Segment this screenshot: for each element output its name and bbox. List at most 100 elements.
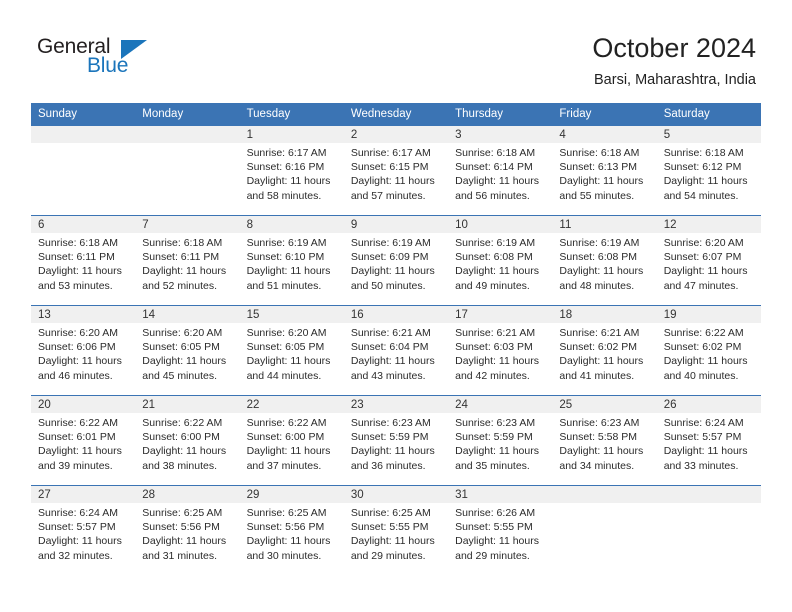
calendar-day-cell-empty <box>552 486 657 575</box>
day-number: 15 <box>239 306 344 323</box>
calendar-day-cell[interactable]: 13 Sunrise: 6:20 AM Sunset: 6:06 PM Dayligh… <box>31 306 136 395</box>
calendar-day-cell[interactable]: 31 Sunrise: 6:26 AM Sunset: 5:55 PM Dayligh… <box>448 486 553 575</box>
calendar-day-cell[interactable]: 20 Sunrise: 6:22 AM Sunset: 6:01 PM Dayligh… <box>31 396 136 485</box>
daylight-text-line2: and 47 minutes. <box>663 279 739 292</box>
sunset-text: Sunset: 5:59 PM <box>350 431 429 444</box>
calendar-day-cell[interactable]: 22 Sunrise: 6:22 AM Sunset: 6:00 PM Dayligh… <box>239 396 344 485</box>
sunset-text: Sunset: 5:55 PM <box>350 521 429 534</box>
day-number: 7 <box>135 216 240 233</box>
calendar-day-cell[interactable]: 23 Sunrise: 6:23 AM Sunset: 5:59 PM Dayligh… <box>343 396 449 485</box>
day-number: 22 <box>239 396 344 413</box>
daylight-text-line2: and 37 minutes. <box>246 459 322 472</box>
daylight-text-line1: Daylight: 11 hours <box>350 265 435 278</box>
sunset-text: Sunset: 6:03 PM <box>455 341 533 354</box>
day-number: 5 <box>656 126 761 143</box>
day-number: 25 <box>552 396 657 413</box>
daylight-text-line2: and 53 minutes. <box>38 279 113 292</box>
daylight-text-line2: and 41 minutes. <box>559 369 635 382</box>
day-details: Sunrise: 6:19 AM Sunset: 6:10 PM Daylight:… <box>240 233 344 293</box>
sunrise-text: Sunrise: 6:18 AM <box>559 147 640 159</box>
daylight-text-line1: Daylight: 11 hours <box>559 445 644 458</box>
calendar-day-cell[interactable]: 12 Sunrise: 6:20 AM Sunset: 6:07 PM Dayligh… <box>656 216 761 305</box>
calendar-day-cell[interactable]: 14 Sunrise: 6:20 AM Sunset: 6:05 PM Dayligh… <box>135 306 240 395</box>
sunrise-text: Sunrise: 6:19 AM <box>559 237 640 249</box>
day-details: Sunrise: 6:23 AM Sunset: 5:59 PM Daylight:… <box>344 413 448 473</box>
daylight-text-line1: Daylight: 11 hours <box>663 175 748 188</box>
sunset-text: Sunset: 6:10 PM <box>246 251 325 264</box>
daylight-text-line2: and 39 minutes. <box>38 459 113 472</box>
daylight-text-line2: and 57 minutes. <box>350 189 426 202</box>
sunrise-text: Sunrise: 6:19 AM <box>246 237 327 249</box>
day-details: Sunrise: 6:20 AM Sunset: 6:06 PM Daylight:… <box>31 323 135 383</box>
calendar-day-cell[interactable]: 26 Sunrise: 6:24 AM Sunset: 5:57 PM Dayligh… <box>656 396 761 485</box>
calendar-week-row: 6 Sunrise: 6:18 AM Sunset: 6:11 PM Daylight… <box>31 215 761 305</box>
day-number: 30 <box>343 486 449 503</box>
daylight-text-line2: and 33 minutes. <box>663 459 739 472</box>
calendar-day-cell[interactable]: 7 Sunrise: 6:18 AM Sunset: 6:11 PM Daylight… <box>135 216 240 305</box>
calendar-day-cell[interactable]: 9 Sunrise: 6:19 AM Sunset: 6:09 PM Daylight… <box>343 216 449 305</box>
calendar-week-row: 27 Sunrise: 6:24 AM Sunset: 5:57 PM Dayligh… <box>31 485 761 575</box>
calendar-day-cell-empty <box>31 126 136 215</box>
sunrise-text: Sunrise: 6:25 AM <box>350 507 431 519</box>
day-details: Sunrise: 6:18 AM Sunset: 6:14 PM Daylight:… <box>448 143 552 203</box>
weekday-header-wednesday: Wednesday <box>350 108 412 120</box>
daylight-text-line2: and 36 minutes. <box>350 459 426 472</box>
day-number: 21 <box>135 396 240 413</box>
calendar-day-cell[interactable]: 29 Sunrise: 6:25 AM Sunset: 5:56 PM Dayligh… <box>239 486 344 575</box>
daylight-text-line1: Daylight: 11 hours <box>559 175 644 188</box>
calendar-day-cell[interactable]: 1 Sunrise: 6:17 AM Sunset: 6:16 PM Daylight… <box>239 126 344 215</box>
calendar-day-cell[interactable]: 18 Sunrise: 6:21 AM Sunset: 6:02 PM Dayligh… <box>552 306 657 395</box>
calendar-day-cell[interactable]: 3 Sunrise: 6:18 AM Sunset: 6:14 PM Daylight… <box>448 126 553 215</box>
calendar-day-cell[interactable]: 16 Sunrise: 6:21 AM Sunset: 6:04 PM Dayligh… <box>343 306 449 395</box>
day-details: Sunrise: 6:22 AM Sunset: 6:00 PM Daylight:… <box>135 413 239 473</box>
weekday-header-sunday: Sunday <box>38 108 78 120</box>
calendar-day-cell[interactable]: 15 Sunrise: 6:20 AM Sunset: 6:05 PM Dayligh… <box>239 306 344 395</box>
sunset-text: Sunset: 5:58 PM <box>559 431 638 444</box>
sunrise-text: Sunrise: 6:23 AM <box>350 417 431 429</box>
sunset-text: Sunset: 6:01 PM <box>38 431 116 444</box>
calendar-day-cell[interactable]: 30 Sunrise: 6:25 AM Sunset: 5:55 PM Dayligh… <box>343 486 449 575</box>
day-number: 1 <box>239 126 344 143</box>
daylight-text-line1: Daylight: 11 hours <box>142 535 227 548</box>
calendar-day-cell[interactable]: 8 Sunrise: 6:19 AM Sunset: 6:10 PM Daylight… <box>239 216 344 305</box>
calendar-day-cell[interactable]: 17 Sunrise: 6:21 AM Sunset: 6:03 PM Dayligh… <box>448 306 553 395</box>
calendar-day-cell[interactable]: 28 Sunrise: 6:25 AM Sunset: 5:56 PM Dayligh… <box>135 486 240 575</box>
day-details: Sunrise: 6:22 AM Sunset: 6:00 PM Daylight:… <box>240 413 344 473</box>
day-details: Sunrise: 6:17 AM Sunset: 6:15 PM Daylight:… <box>344 143 448 203</box>
calendar-day-cell[interactable]: 21 Sunrise: 6:22 AM Sunset: 6:00 PM Dayligh… <box>135 396 240 485</box>
day-details: Sunrise: 6:19 AM Sunset: 6:08 PM Daylight:… <box>448 233 552 293</box>
calendar-day-cell[interactable]: 27 Sunrise: 6:24 AM Sunset: 5:57 PM Dayligh… <box>31 486 136 575</box>
weekday-header-tuesday: Tuesday <box>246 108 291 120</box>
sunset-text: Sunset: 6:02 PM <box>559 341 638 354</box>
daylight-text-line1: Daylight: 11 hours <box>246 445 331 458</box>
calendar-day-cell[interactable]: 24 Sunrise: 6:23 AM Sunset: 5:59 PM Dayligh… <box>448 396 553 485</box>
daylight-text-line1: Daylight: 11 hours <box>142 445 227 458</box>
day-details: Sunrise: 6:23 AM Sunset: 5:59 PM Daylight:… <box>448 413 552 473</box>
calendar-day-cell[interactable]: 2 Sunrise: 6:17 AM Sunset: 6:15 PM Daylight… <box>343 126 449 215</box>
sunset-text: Sunset: 5:57 PM <box>663 431 742 444</box>
calendar-day-cell[interactable]: 11 Sunrise: 6:19 AM Sunset: 6:08 PM Dayligh… <box>552 216 657 305</box>
daylight-text-line1: Daylight: 11 hours <box>663 265 748 278</box>
calendar-day-cell-empty <box>135 126 240 215</box>
page-header: General Blue October 2024 Barsi, Maharas… <box>0 0 792 100</box>
calendar-day-cell[interactable]: 6 Sunrise: 6:18 AM Sunset: 6:11 PM Daylight… <box>31 216 136 305</box>
daylight-text-line1: Daylight: 11 hours <box>455 175 539 188</box>
logo-text-blue: Blue <box>87 54 129 77</box>
day-details: Sunrise: 6:25 AM Sunset: 5:55 PM Daylight:… <box>344 503 448 563</box>
calendar-day-cell[interactable]: 10 Sunrise: 6:19 AM Sunset: 6:08 PM Dayligh… <box>448 216 553 305</box>
logo[interactable]: General Blue <box>37 36 187 82</box>
day-number: 18 <box>552 306 657 323</box>
daylight-text-line1: Daylight: 11 hours <box>663 355 748 368</box>
daylight-text-line1: Daylight: 11 hours <box>350 445 435 458</box>
daylight-text-line2: and 50 minutes. <box>350 279 426 292</box>
calendar-day-cell[interactable]: 19 Sunrise: 6:22 AM Sunset: 6:02 PM Dayligh… <box>656 306 761 395</box>
calendar-day-cell[interactable]: 4 Sunrise: 6:18 AM Sunset: 6:13 PM Daylight… <box>552 126 657 215</box>
day-number: 12 <box>656 216 761 233</box>
daylight-text-line2: and 29 minutes. <box>455 549 530 562</box>
day-details: Sunrise: 6:19 AM Sunset: 6:08 PM Daylight:… <box>552 233 656 293</box>
calendar-day-cell[interactable]: 25 Sunrise: 6:23 AM Sunset: 5:58 PM Dayligh… <box>552 396 657 485</box>
sunset-text: Sunset: 5:56 PM <box>246 521 325 534</box>
daylight-text-line2: and 56 minutes. <box>455 189 530 202</box>
calendar-day-cell[interactable]: 5 Sunrise: 6:18 AM Sunset: 6:12 PM Daylight… <box>656 126 761 215</box>
day-number: 10 <box>448 216 553 233</box>
